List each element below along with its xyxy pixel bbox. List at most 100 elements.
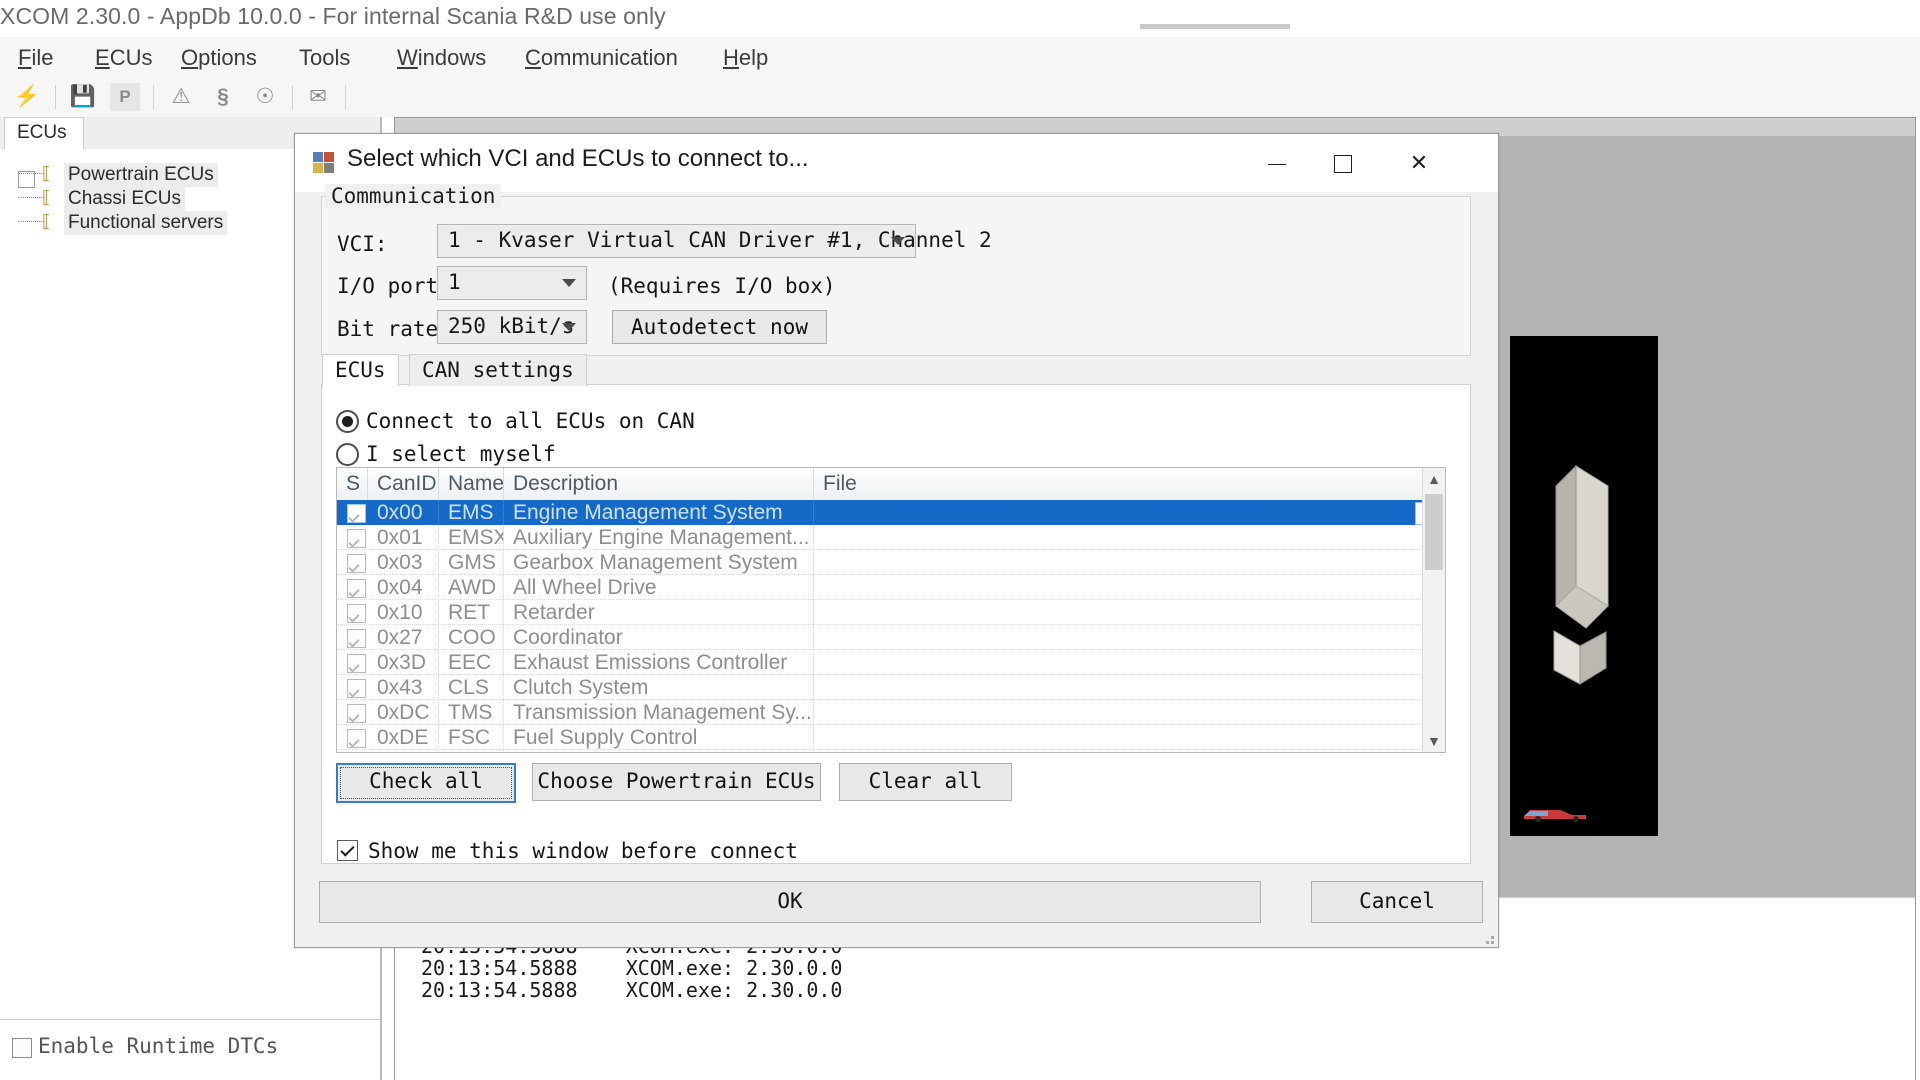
table-row[interactable]: 0x03 GMS Gearbox Management System xyxy=(337,550,1445,575)
row-checkbox[interactable] xyxy=(347,554,366,573)
cell-file xyxy=(814,500,1423,525)
autodetect-now-button[interactable]: Autodetect now xyxy=(612,310,827,344)
io-port-label: I/O port: xyxy=(337,274,451,298)
column-header-name[interactable]: Name xyxy=(439,468,504,500)
warning-icon[interactable]: ⚠ xyxy=(166,83,196,111)
section-icon[interactable]: § xyxy=(208,83,238,111)
menu-communication[interactable]: Communication xyxy=(525,45,678,71)
scroll-up-icon[interactable]: ▲ xyxy=(1423,468,1445,490)
row-checkbox[interactable] xyxy=(347,654,366,673)
enable-runtime-dtcs-label: Enable Runtime DTCs xyxy=(38,1034,278,1058)
close-icon[interactable]: ✕ xyxy=(1386,134,1452,192)
row-checkbox[interactable] xyxy=(347,729,366,748)
maximize-button[interactable] xyxy=(1310,134,1376,192)
table-row[interactable]: 0x00 EMS Engine Management System xyxy=(337,500,1445,525)
table-row[interactable]: 0x01 EMSX Auxiliary Engine Management... xyxy=(337,525,1445,550)
sidebar-item-label: Chassi ECUs xyxy=(64,187,185,211)
column-header-s[interactable]: S xyxy=(337,468,368,500)
row-checkbox[interactable] xyxy=(347,679,366,698)
menu-ecus[interactable]: ECUs xyxy=(95,45,152,71)
tab-ecus[interactable]: ECUs xyxy=(4,117,84,150)
toolbar-separator-3 xyxy=(292,85,293,109)
cell-file xyxy=(814,725,1423,750)
table-row[interactable]: 0x3D EEC Exhaust Emissions Controller xyxy=(337,650,1445,675)
row-checkbox[interactable] xyxy=(347,529,366,548)
cell-canid: 0x01 xyxy=(368,525,439,550)
save-icon[interactable]: 💾 xyxy=(68,83,98,111)
row-checkbox[interactable] xyxy=(347,604,366,623)
chevron-right-icon[interactable]: ⟦ xyxy=(42,188,54,208)
check-all-button[interactable]: Check all xyxy=(336,763,516,803)
table-row[interactable]: 0x0B BMS Brake Management System xyxy=(337,750,1445,753)
cell-canid: 0x43 xyxy=(368,675,439,700)
menu-options[interactable]: Options xyxy=(181,45,257,71)
dialog-tabcontrol: ECUs CAN settings Connect to all ECUs on… xyxy=(321,384,1471,864)
bit-rate-value: 250 kBit/s xyxy=(448,311,574,341)
mail-icon[interactable]: ✉ xyxy=(303,83,333,111)
cell-canid: 0x00 xyxy=(368,500,439,525)
communication-group-label: Communication xyxy=(325,184,501,208)
steering-wheel-icon[interactable]: ☉ xyxy=(250,83,280,111)
io-port-note: (Requires I/O box) xyxy=(608,274,836,298)
vci-label: VCI: xyxy=(337,232,388,256)
row-checkbox[interactable] xyxy=(347,704,366,723)
io-port-select[interactable]: 1 xyxy=(437,266,587,300)
cell-canid: 0x3D xyxy=(368,650,439,675)
row-checkbox[interactable] xyxy=(347,579,366,598)
cell-file xyxy=(814,625,1423,650)
chevron-right-icon[interactable]: ⟦ xyxy=(42,164,54,184)
cell-description: Engine Management System xyxy=(504,500,814,525)
choose-powertrain-ecus-button[interactable]: Choose Powertrain ECUs xyxy=(532,763,821,801)
table-row[interactable]: 0xDC TMS Transmission Management Sy... xyxy=(337,700,1445,725)
table-row[interactable]: 0x43 CLS Clutch System xyxy=(337,675,1445,700)
ok-button[interactable]: OK xyxy=(319,881,1261,923)
menu-file[interactable]: File xyxy=(18,45,53,71)
clear-all-button[interactable]: Clear all xyxy=(839,763,1012,801)
lightning-icon[interactable]: ⚡ xyxy=(12,83,42,111)
row-checkbox[interactable] xyxy=(347,629,366,648)
truck-model-icon xyxy=(1546,456,1624,706)
table-row[interactable]: 0x27 COO Coordinator xyxy=(337,625,1445,650)
sidebar-item-label: Functional servers xyxy=(64,211,227,235)
application-icon xyxy=(313,152,335,174)
row-checkbox[interactable] xyxy=(347,504,366,523)
vci-select[interactable]: 1 - Kvaser Virtual CAN Driver #1, Channe… xyxy=(437,224,916,258)
minimize-button[interactable] xyxy=(1244,134,1310,192)
menu-windows[interactable]: Windows xyxy=(397,45,486,71)
log-line: 20:13:54.5888 XCOM.exe: 2.30.0.0 xyxy=(421,956,842,980)
cell-name: COO xyxy=(439,625,504,650)
toolbar: ⚡ 💾 P ⚠ § ☉ ✉ xyxy=(0,77,1920,118)
bit-rate-select[interactable]: 250 kBit/s xyxy=(437,310,587,344)
vehicle-icon xyxy=(1520,804,1592,822)
column-header-file[interactable]: File xyxy=(814,468,1423,500)
vehicle-3d-viewer[interactable] xyxy=(1510,336,1658,836)
chevron-right-icon[interactable]: ⟦ xyxy=(42,212,54,232)
table-row[interactable]: 0x10 RET Retarder xyxy=(337,600,1445,625)
cell-canid: 0xDC xyxy=(368,700,439,725)
scroll-down-icon[interactable]: ▼ xyxy=(1423,730,1445,752)
cell-name: BMS xyxy=(439,750,504,753)
menu-tools[interactable]: Tools xyxy=(299,45,350,71)
column-header-canid[interactable]: CanID xyxy=(368,468,439,500)
tab-ecus[interactable]: ECUs xyxy=(322,354,399,386)
tab-can-settings[interactable]: CAN settings xyxy=(409,354,587,386)
parameter-icon[interactable]: P xyxy=(110,83,140,111)
cell-description: Brake Management System xyxy=(504,750,814,753)
enable-runtime-dtcs-checkbox[interactable] xyxy=(12,1038,32,1058)
cell-file xyxy=(814,575,1423,600)
radio-label: I select myself xyxy=(366,442,556,466)
resize-grip[interactable] xyxy=(1480,930,1494,944)
cancel-button[interactable]: Cancel xyxy=(1311,881,1483,923)
radio-indicator xyxy=(336,443,359,466)
bit-rate-label: Bit rate: xyxy=(337,317,451,341)
menu-help[interactable]: Help xyxy=(723,45,768,71)
scrollbar-thumb[interactable] xyxy=(1425,494,1443,570)
table-row[interactable]: 0xDE FSC Fuel Supply Control xyxy=(337,725,1445,750)
cell-file xyxy=(814,675,1423,700)
column-header-description[interactable]: Description xyxy=(504,468,814,500)
sidebar-item-label: Powertrain ECUs xyxy=(64,163,218,187)
ecu-listview[interactable]: S CanID Name Description File 0x00 EMS E… xyxy=(336,467,1446,753)
listview-scrollbar[interactable]: ▲ ▼ xyxy=(1422,468,1445,752)
table-row[interactable]: 0x04 AWD All Wheel Drive xyxy=(337,575,1445,600)
window-restore-strip[interactable] xyxy=(1140,24,1290,29)
